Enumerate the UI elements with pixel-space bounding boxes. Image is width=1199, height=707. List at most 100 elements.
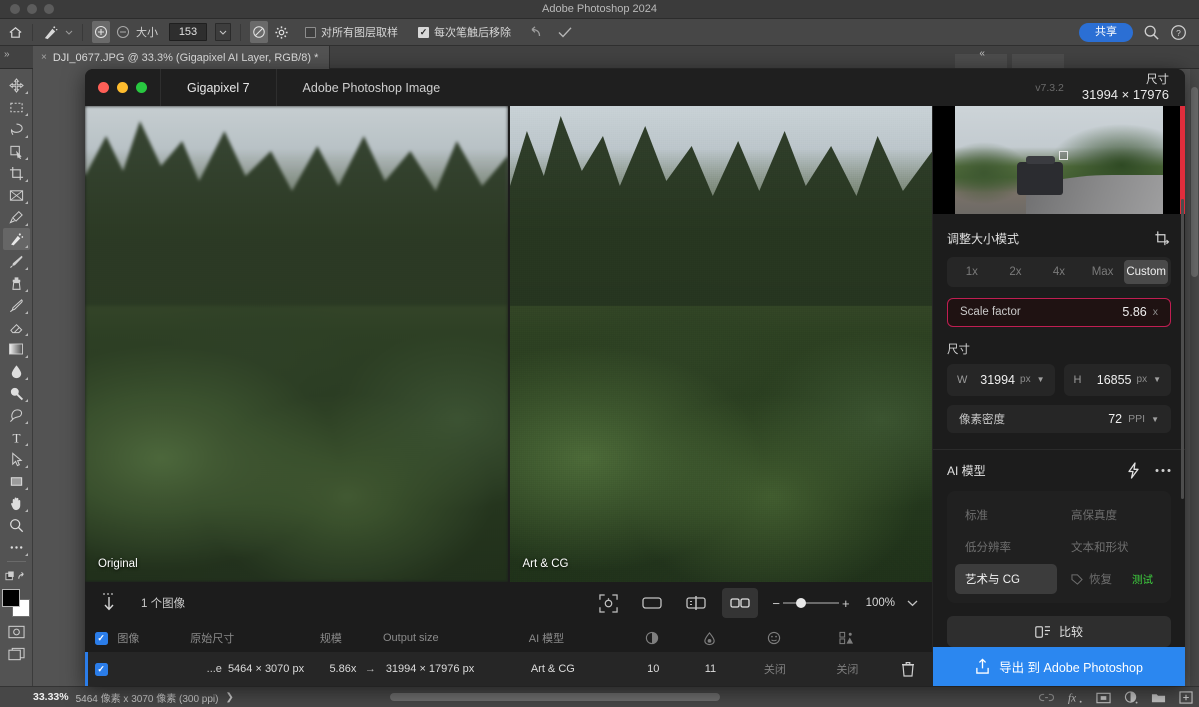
- column-header-ai-model[interactable]: AI 模型: [529, 630, 623, 646]
- import-images-icon[interactable]: [99, 592, 119, 614]
- clone-stamp-tool[interactable]: [3, 272, 30, 294]
- model-standard[interactable]: 标准: [955, 500, 1057, 530]
- model-art-and-cg[interactable]: 艺术与 CG: [955, 564, 1057, 595]
- thumbnail-region-marker[interactable]: [1059, 151, 1068, 161]
- preset-2x[interactable]: 2x: [994, 260, 1038, 284]
- new-layer-icon[interactable]: [1179, 691, 1193, 704]
- color-swatches[interactable]: [2, 589, 30, 617]
- more-options-icon[interactable]: [1155, 468, 1171, 473]
- zoom-slider-thumb[interactable]: [795, 597, 806, 608]
- right-panel-scrollbar[interactable]: [1181, 199, 1184, 499]
- move-tool[interactable]: [3, 74, 30, 96]
- row-face-recovery-value[interactable]: 关闭: [739, 661, 812, 677]
- lasso-tool[interactable]: [3, 118, 30, 140]
- zoom-slider[interactable]: − +: [772, 596, 849, 611]
- side-by-side-view-icon[interactable]: [722, 588, 759, 618]
- width-value[interactable]: 31994: [980, 373, 1015, 387]
- gigapixel-close-button[interactable]: [98, 82, 109, 93]
- crop-rotate-icon[interactable]: [1154, 230, 1171, 247]
- pixel-density-value[interactable]: 72: [1108, 412, 1122, 426]
- frame-tool[interactable]: [3, 184, 30, 206]
- spot-healing-brush-tool[interactable]: [2, 228, 30, 250]
- quick-mask-icon[interactable]: [3, 621, 30, 643]
- help-icon[interactable]: ?: [1170, 24, 1187, 41]
- tab-gigapixel[interactable]: Gigapixel 7: [160, 69, 276, 106]
- brush-size-dropdown[interactable]: [215, 23, 231, 41]
- column-header-output-size[interactable]: Output size: [383, 632, 529, 644]
- preview-original[interactable]: Original: [85, 106, 508, 582]
- pixel-density-caret-icon[interactable]: ▼: [1151, 415, 1159, 424]
- column-header-denoise-icon[interactable]: [623, 631, 681, 645]
- add-to-selection-icon[interactable]: [92, 21, 110, 43]
- gigapixel-maximize-button[interactable]: [136, 82, 147, 93]
- column-header-detail-icon[interactable]: [811, 631, 884, 645]
- preset-1x[interactable]: 1x: [950, 260, 994, 284]
- pressure-for-size-icon[interactable]: [250, 21, 268, 43]
- row-detail-value[interactable]: 关闭: [811, 661, 884, 677]
- home-icon[interactable]: [8, 21, 23, 43]
- gigapixel-window-controls[interactable]: [85, 82, 160, 93]
- height-value[interactable]: 16855: [1097, 373, 1132, 387]
- model-recovery[interactable]: 恢复 测试: [1061, 564, 1163, 594]
- zoom-level[interactable]: 33.33%: [33, 691, 69, 703]
- object-select-tool[interactable]: [3, 140, 30, 162]
- gigapixel-minimize-button[interactable]: [117, 82, 128, 93]
- share-button[interactable]: 共享: [1079, 22, 1133, 42]
- marquee-tool[interactable]: [3, 96, 30, 118]
- path-selection-tool[interactable]: [3, 448, 30, 470]
- select-all-checkbox[interactable]: [85, 631, 117, 645]
- export-button[interactable]: 导出 到 Adobe Photoshop: [933, 646, 1185, 686]
- horizontal-scrollbar[interactable]: [390, 693, 720, 701]
- column-header-original-size[interactable]: 原始尺寸: [190, 630, 320, 646]
- width-field[interactable]: W 31994 px ▼: [947, 363, 1055, 396]
- link-layers-icon[interactable]: [1039, 692, 1054, 703]
- eyedropper-tool[interactable]: [3, 206, 30, 228]
- pen-tool[interactable]: [3, 404, 30, 426]
- blur-tool[interactable]: [3, 360, 30, 382]
- height-unit-caret-icon[interactable]: ▼: [1153, 375, 1161, 384]
- row-sharpen-value[interactable]: 11: [682, 663, 738, 675]
- row-ai-model[interactable]: Art & CG: [531, 663, 624, 675]
- column-header-sharpen-icon[interactable]: [681, 631, 738, 646]
- search-icon[interactable]: [1143, 24, 1160, 41]
- edit-toolbar-icon[interactable]: [3, 565, 30, 587]
- spot-healing-brush-icon[interactable]: [42, 21, 59, 43]
- tab-photoshop-image[interactable]: Adobe Photoshop Image: [275, 69, 467, 106]
- split-view-icon[interactable]: [678, 588, 714, 618]
- scrollbar-thumb[interactable]: [1191, 87, 1198, 277]
- column-header-scale[interactable]: 规模: [320, 630, 383, 646]
- chevron-down-icon[interactable]: [907, 599, 918, 607]
- foreground-color-swatch[interactable]: [2, 589, 20, 607]
- table-row[interactable]: ...e 5464 × 3070 px 5.86x → 31994 × 1797…: [85, 652, 932, 686]
- tab-overflow-icon[interactable]: ‹‹: [979, 48, 985, 59]
- model-high-fidelity[interactable]: 高保真度: [1061, 500, 1163, 530]
- screen-mode-icon[interactable]: [3, 643, 30, 665]
- shape-tool[interactable]: [3, 470, 30, 492]
- sample-all-layers-option[interactable]: 对所有图层取样: [305, 21, 398, 43]
- lightning-icon[interactable]: [1126, 462, 1141, 479]
- layer-style-fx-icon[interactable]: fx: [1067, 691, 1083, 704]
- preview-thumbnail[interactable]: [933, 106, 1185, 215]
- zoom-out-button[interactable]: −: [772, 596, 780, 611]
- zoom-tool[interactable]: [3, 514, 30, 536]
- type-tool[interactable]: T: [3, 426, 30, 448]
- zoom-in-button[interactable]: +: [842, 596, 850, 611]
- crop-tool[interactable]: [3, 162, 30, 184]
- new-group-icon[interactable]: [1151, 692, 1166, 704]
- model-low-resolution[interactable]: 低分辨率: [955, 532, 1057, 562]
- column-header-image[interactable]: 图像: [117, 630, 190, 646]
- document-tab[interactable]: × DJI_0677.JPG @ 33.3% (Gigapixel AI Lay…: [33, 46, 331, 69]
- canvas-vertical-scrollbar[interactable]: [1190, 69, 1199, 686]
- remove-after-stroke-option[interactable]: 每次笔触后移除: [418, 21, 511, 43]
- undo-arrow-icon[interactable]: [527, 21, 543, 43]
- preset-custom[interactable]: Custom: [1124, 260, 1168, 285]
- single-view-icon[interactable]: [634, 588, 670, 618]
- fit-to-view-icon[interactable]: [590, 588, 626, 618]
- add-layer-mask-icon[interactable]: [1096, 692, 1111, 704]
- column-header-face-recovery-icon[interactable]: [738, 631, 811, 645]
- scale-factor-field[interactable]: Scale factor 5.86 x: [947, 298, 1171, 327]
- brush-settings-gear-icon[interactable]: [274, 21, 289, 43]
- gradient-tool[interactable]: [3, 338, 30, 360]
- model-text-and-shapes[interactable]: 文本和形状: [1061, 532, 1163, 562]
- status-chevron-icon[interactable]: ❯: [225, 692, 233, 703]
